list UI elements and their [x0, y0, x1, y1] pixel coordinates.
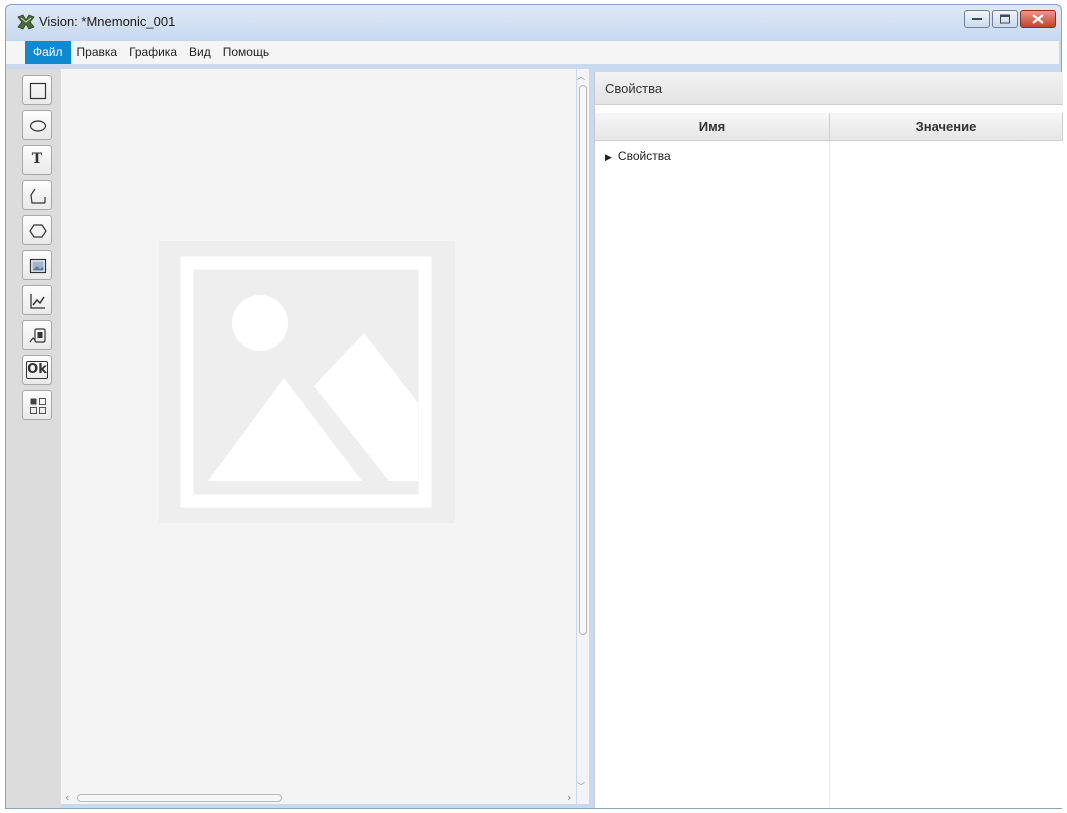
- app-logo-icon: [17, 14, 35, 30]
- image-placeholder-icon: [159, 241, 455, 523]
- expand-arrow-icon[interactable]: ▶: [605, 152, 612, 163]
- menu-graphics[interactable]: Графика: [123, 41, 183, 64]
- menu-help[interactable]: Помощь: [217, 41, 275, 64]
- rectangle-icon: [29, 82, 47, 100]
- menu-edit[interactable]: Правка: [71, 41, 124, 64]
- image-tool[interactable]: [22, 250, 52, 280]
- maximize-icon: [1000, 14, 1010, 24]
- properties-header: Свойства: [595, 72, 1063, 105]
- rectangle-tool[interactable]: [22, 75, 52, 105]
- button-tool[interactable]: Ok: [22, 355, 52, 385]
- chart-tool[interactable]: [22, 285, 52, 315]
- close-button[interactable]: [1020, 10, 1056, 28]
- tree-item-properties[interactable]: ▶ Свойства: [605, 149, 671, 163]
- horizontal-scroll-thumb[interactable]: [77, 794, 282, 802]
- column-divider: [829, 141, 830, 807]
- window-title: Vision: *Mnemonic_001: [39, 14, 176, 29]
- close-icon: [1032, 14, 1044, 24]
- polyline-tool[interactable]: [22, 180, 52, 210]
- group-tool[interactable]: [22, 390, 52, 420]
- menu-view[interactable]: Вид: [183, 41, 217, 64]
- column-header-value[interactable]: Значение: [830, 113, 1063, 141]
- vertical-scroll-thumb[interactable]: [579, 85, 587, 635]
- scroll-down-icon[interactable]: ﹀: [577, 781, 585, 792]
- window-controls: [964, 10, 1056, 28]
- device-icon: [29, 328, 46, 343]
- grid-icon: [30, 398, 46, 414]
- mnemonic-canvas[interactable]: [61, 69, 576, 791]
- tree-item-label: Свойства: [617, 149, 671, 163]
- scroll-left-icon[interactable]: ‹: [65, 791, 69, 804]
- scroll-right-icon[interactable]: ›: [567, 791, 571, 804]
- drawing-toolbar: T Ok: [6, 69, 61, 808]
- ellipse-icon: [29, 120, 47, 132]
- text-tool[interactable]: T: [22, 145, 52, 175]
- device-tool[interactable]: [22, 320, 52, 350]
- image-icon: [29, 258, 47, 274]
- minimize-button[interactable]: [964, 10, 990, 28]
- chart-icon: [30, 294, 45, 309]
- properties-title: Свойства: [605, 81, 663, 96]
- text-icon: T: [31, 151, 43, 167]
- polygon-tool[interactable]: [22, 215, 52, 245]
- menu-file[interactable]: Файл: [25, 41, 71, 64]
- ellipse-tool[interactable]: [22, 110, 52, 140]
- menu-bar: Файл Правка Графика Вид Помощь: [6, 41, 1059, 64]
- scroll-up-icon[interactable]: ︿: [577, 71, 585, 82]
- properties-panel: Свойства Имя Значение ▶ Свойства: [594, 72, 1063, 808]
- hexagon-icon: [29, 224, 47, 238]
- maximize-button[interactable]: [992, 10, 1018, 28]
- title-bar[interactable]: Vision: *Mnemonic_001: [6, 5, 1061, 41]
- minimize-icon: [972, 18, 982, 20]
- polyline-icon: [30, 188, 46, 204]
- column-header-name[interactable]: Имя: [595, 113, 830, 141]
- ok-button-icon: Ok: [26, 361, 48, 379]
